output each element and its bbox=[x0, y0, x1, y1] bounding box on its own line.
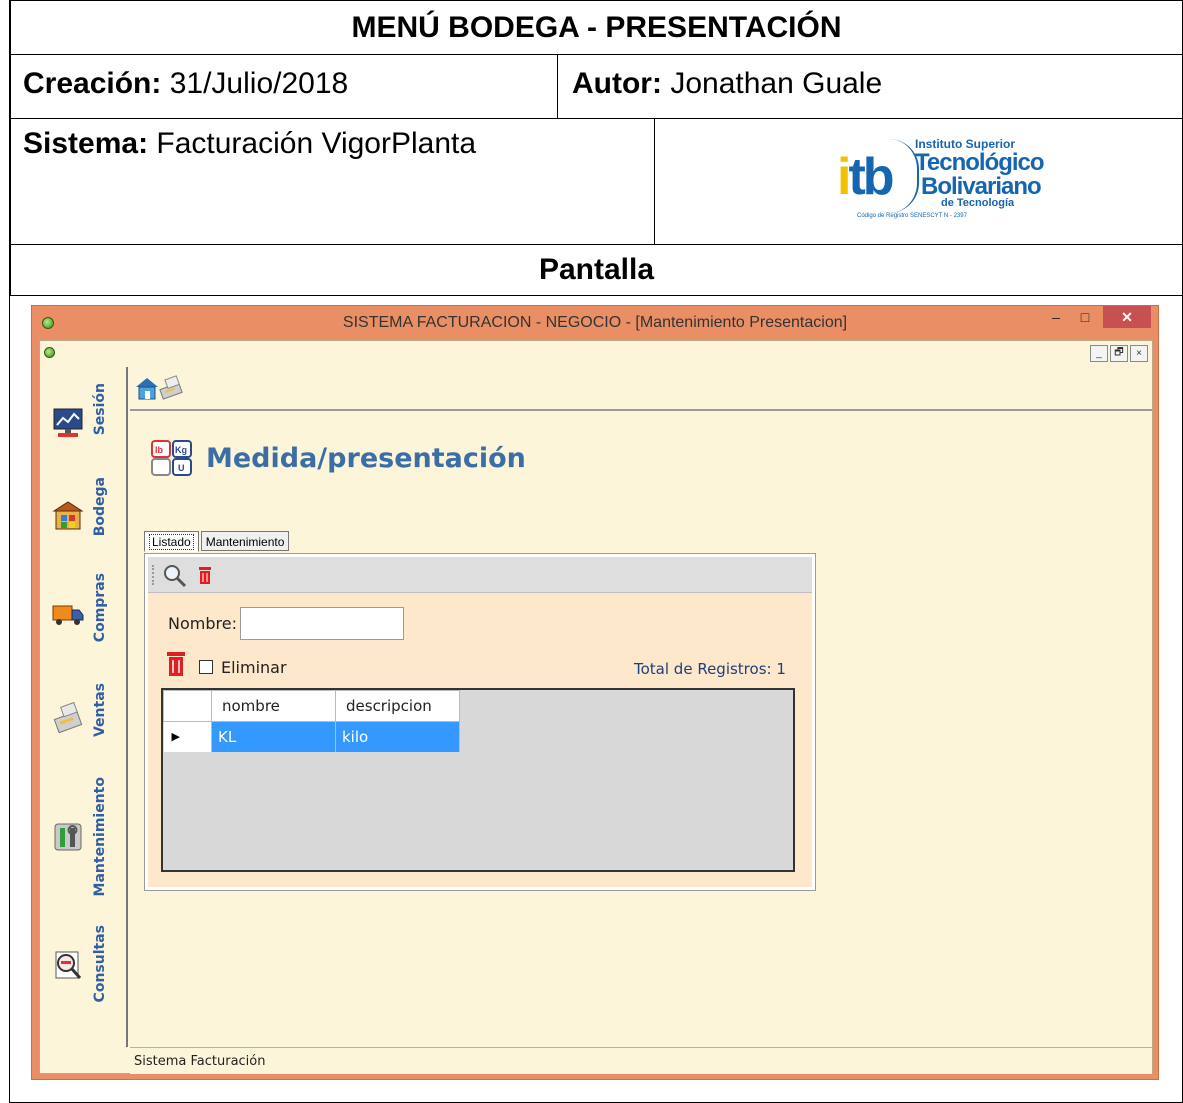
tab-listado-label: Listado bbox=[149, 534, 194, 550]
nombre-label: Nombre: bbox=[168, 614, 237, 633]
child-restore-button[interactable]: 🗗 bbox=[1110, 345, 1128, 362]
document-title: MENÚ BODEGA - PRESENTACIÓN bbox=[10, 0, 1183, 55]
eliminar-label: Eliminar bbox=[221, 658, 287, 677]
system-value: Facturación VigorPlanta bbox=[156, 127, 477, 160]
toolbar-grip[interactable] bbox=[152, 565, 154, 585]
child-minimize-button[interactable]: _ bbox=[1090, 345, 1108, 362]
grid-row-header-corner[interactable] bbox=[163, 690, 212, 722]
nav-item-sesion[interactable]: Sesión bbox=[40, 377, 128, 461]
creation-label: Creación: bbox=[23, 67, 162, 100]
nav-label-bodega: Bodega bbox=[92, 477, 108, 537]
main-toolbar bbox=[130, 367, 1152, 411]
screen-heading: Pantalla bbox=[10, 244, 1183, 296]
listado-panel-body: Nombre: Eliminar Total de Registros: 1 n… bbox=[148, 557, 812, 887]
nav-item-compras[interactable]: Compras bbox=[40, 567, 128, 661]
creation-cell: Creación: 31/Julio/2018 bbox=[10, 54, 558, 119]
nav-label-mantenimiento: Mantenimiento bbox=[92, 777, 108, 897]
system-label: Sistema: bbox=[23, 127, 149, 160]
search-icon[interactable] bbox=[162, 563, 188, 589]
mdi-client: _ 🗗 × Sesión Bodega Compras Ventas Mante… bbox=[39, 340, 1153, 1074]
tab-listado[interactable]: Listado bbox=[144, 531, 199, 552]
cell-descripcion[interactable]: kilo bbox=[335, 721, 460, 752]
nav-item-mantenimiento[interactable]: Mantenimiento bbox=[40, 771, 128, 911]
listado-panel: Nombre: Eliminar Total de Registros: 1 n… bbox=[144, 553, 816, 891]
listado-toolbar bbox=[148, 557, 812, 593]
child-close-button[interactable]: × bbox=[1130, 345, 1148, 362]
minimize-button[interactable]: – bbox=[1043, 306, 1069, 328]
status-bar: Sistema Facturación bbox=[130, 1047, 1152, 1074]
svg-text:lb: lb bbox=[155, 445, 164, 455]
creation-value: 31/Julio/2018 bbox=[169, 67, 349, 100]
nav-label-compras: Compras bbox=[92, 573, 108, 643]
logo-line-5: Código de Registro SENESCYT N - 2397 bbox=[857, 213, 967, 219]
svg-text:Kg: Kg bbox=[175, 445, 187, 455]
total-registros: Total de Registros: 1 bbox=[634, 660, 786, 678]
mdi-bar: _ 🗗 × bbox=[40, 341, 1152, 367]
author-label: Autor: bbox=[572, 67, 662, 100]
system-cell: Sistema: Facturación VigorPlanta bbox=[10, 118, 655, 245]
nav-item-consultas[interactable]: Consultas bbox=[40, 919, 128, 1019]
trash-icon[interactable] bbox=[198, 565, 212, 585]
nav-label-consultas: Consultas bbox=[92, 925, 108, 1003]
logo-line-4: de Tecnología bbox=[941, 197, 1015, 209]
child-app-icon[interactable] bbox=[44, 347, 55, 358]
cash-register-icon bbox=[53, 701, 83, 733]
delete-icon bbox=[167, 652, 185, 676]
window-title: SISTEMA FACTURACION - NEGOCIO - [Manteni… bbox=[342, 314, 848, 331]
nav-item-bodega[interactable]: Bodega bbox=[40, 471, 128, 555]
close-button[interactable]: ✕ bbox=[1103, 306, 1151, 328]
tab-mantenimiento-label: Mantenimiento bbox=[205, 535, 285, 549]
warehouse-icon bbox=[52, 501, 84, 530]
magnifier-report-icon bbox=[55, 951, 82, 979]
truck-icon bbox=[52, 605, 84, 625]
side-nav: Sesión Bodega Compras Ventas Mantenimien… bbox=[40, 367, 128, 1047]
svg-text:U: U bbox=[178, 463, 185, 473]
tab-mantenimiento[interactable]: Mantenimiento bbox=[200, 531, 290, 551]
nav-item-ventas[interactable]: Ventas bbox=[40, 677, 128, 757]
nav-label-sesion: Sesión bbox=[92, 383, 108, 436]
units-icon: lb Kg U bbox=[151, 440, 192, 476]
presentation-grid: nombre descripcion ▶ KL kilo bbox=[161, 688, 795, 872]
monitor-chart-icon bbox=[53, 408, 83, 437]
column-header-nombre[interactable]: nombre bbox=[211, 690, 336, 722]
home-icon[interactable] bbox=[134, 375, 160, 401]
table-row[interactable]: ▶ KL kilo bbox=[163, 721, 460, 752]
app-window: SISTEMA FACTURACION - NEGOCIO - [Manteni… bbox=[31, 305, 1159, 1080]
itb-logo-mark: itb bbox=[837, 148, 895, 206]
author-cell: Autor: Jonathan Guale bbox=[557, 54, 1183, 119]
grid-header-row: nombre descripcion bbox=[163, 690, 460, 722]
maximize-button[interactable]: □ bbox=[1072, 306, 1098, 328]
itb-logo: itb Instituto Superior Tecnológico Boliv… bbox=[837, 135, 1045, 231]
form-title: Medida/presentación bbox=[206, 443, 526, 474]
tools-icon bbox=[54, 823, 82, 851]
nombre-input[interactable] bbox=[240, 607, 404, 640]
nav-label-ventas: Ventas bbox=[92, 683, 108, 738]
printer-icon[interactable] bbox=[158, 375, 184, 401]
author-value: Jonathan Guale bbox=[670, 67, 883, 100]
logo-cell: itb Instituto Superior Tecnológico Boliv… bbox=[654, 118, 1183, 245]
eliminar-checkbox[interactable] bbox=[199, 660, 213, 674]
row-marker-icon[interactable]: ▶ bbox=[163, 721, 212, 752]
form-tabs: Listado Mantenimiento bbox=[144, 531, 291, 552]
presentation-form: lb Kg U Medida/presentación Listado Mant… bbox=[130, 413, 1152, 1047]
cell-nombre[interactable]: KL bbox=[211, 721, 336, 752]
column-header-descripcion[interactable]: descripcion bbox=[335, 690, 460, 722]
